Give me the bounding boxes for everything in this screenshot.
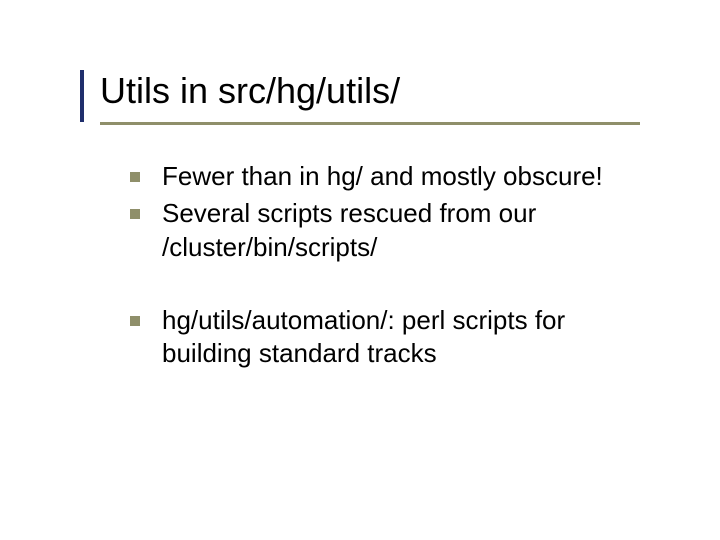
bullet-group-2: hg/utils/automation/: perl scripts for b… — [130, 304, 660, 371]
slide: Utils in src/hg/utils/ Fewer than in hg/… — [0, 0, 720, 540]
title-accent-bar — [80, 70, 84, 122]
slide-body: Fewer than in hg/ and mostly obscure! Se… — [130, 160, 660, 374]
list-item: Fewer than in hg/ and mostly obscure! — [130, 160, 660, 193]
square-bullet-icon — [130, 316, 140, 326]
bullet-text: Fewer than in hg/ and mostly obscure! — [162, 160, 660, 193]
slide-title: Utils in src/hg/utils/ — [100, 70, 660, 111]
bullet-text: Several scripts rescued from our /cluste… — [162, 197, 660, 264]
list-item: hg/utils/automation/: perl scripts for b… — [130, 304, 660, 371]
square-bullet-icon — [130, 172, 140, 182]
square-bullet-icon — [130, 209, 140, 219]
list-item: Several scripts rescued from our /cluste… — [130, 197, 660, 264]
bullet-group-1: Fewer than in hg/ and mostly obscure! Se… — [130, 160, 660, 264]
title-area: Utils in src/hg/utils/ — [100, 70, 660, 111]
title-underline — [100, 122, 640, 125]
bullet-text: hg/utils/automation/: perl scripts for b… — [162, 304, 660, 371]
